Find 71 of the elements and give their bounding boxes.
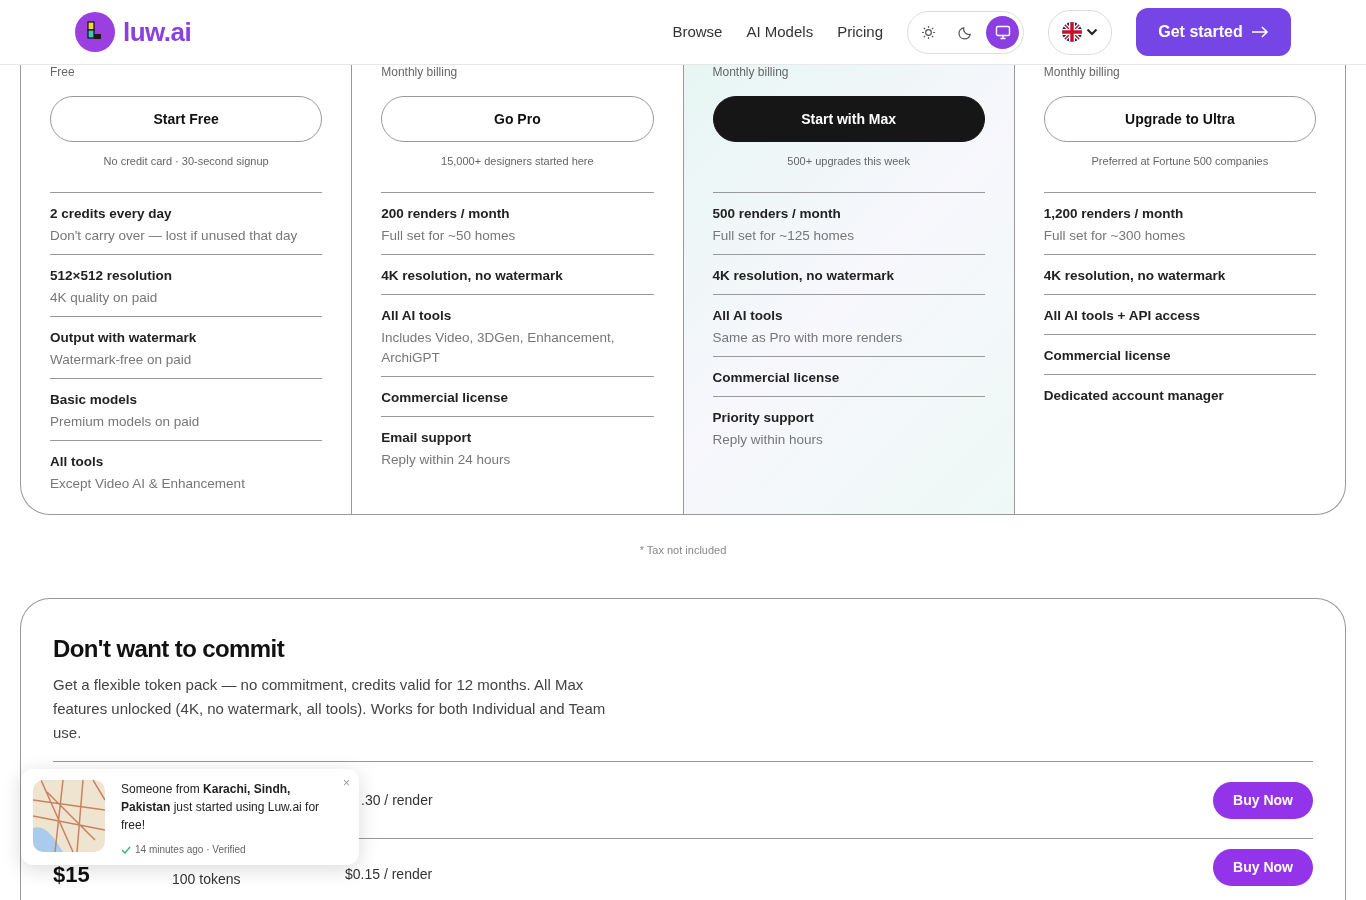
- feature-title: 4K resolution, no watermark: [1043, 266, 1227, 285]
- plan-button[interactable]: Start Free: [50, 96, 323, 142]
- feature-detail: 4K quality on paid: [50, 288, 159, 307]
- token-count: 100 tokens: [172, 872, 242, 887]
- feature-title: Commercial license: [1043, 346, 1172, 365]
- feature-detail: Full set for ~50 homes: [381, 226, 517, 245]
- section-description: Get a flexible token pack — no commitment, credits valid for 12 months. All Max features unlocked (4K, no watermark, all tools). Works for both Individual and Team use.: [53, 675, 607, 744]
- feature-title: All AI tools + API access: [1043, 306, 1201, 325]
- arrow-right-icon: [1250, 26, 1269, 38]
- feature-detail: Premium models on paid: [50, 412, 201, 431]
- nav-link[interactable]: AI Models: [746, 20, 814, 44]
- chevron-down-icon: [1086, 28, 1098, 36]
- check-icon: [121, 845, 131, 854]
- feature-title: 500 renders / month: [712, 204, 842, 223]
- feature-title: Priority support: [712, 408, 815, 427]
- feature-title: All AI tools: [712, 306, 784, 325]
- feature-title: 4K resolution, no watermark: [712, 266, 896, 285]
- feature-title: Dedicated account manager: [1043, 386, 1225, 405]
- plan-note: Preferred at Fortune 500 companies: [1090, 154, 1270, 169]
- plan-note: 15,000+ designers started here: [440, 154, 595, 169]
- toast-timestamp: 14 minutes ago · Verified: [135, 843, 246, 857]
- feature-title: Commercial license: [712, 368, 841, 387]
- buy-now-button[interactable]: Buy Now: [1213, 849, 1313, 887]
- feature-detail: Full set for ~300 homes: [1043, 226, 1187, 245]
- plan-note: 500+ upgrades this week: [786, 154, 911, 169]
- feature-title: 512×512 resolution: [50, 266, 173, 285]
- map-thumbnail: [33, 780, 105, 852]
- feature-title: All tools: [50, 452, 105, 471]
- flag-icon: [1062, 22, 1082, 42]
- feature-title: Output with watermark: [50, 328, 198, 347]
- plan-button[interactable]: Start with Max: [712, 96, 985, 142]
- section-title: Don't want to commit: [53, 634, 286, 664]
- price-per-render: .30 / render: [360, 792, 433, 809]
- feature-detail: Same as Pro with more renders: [712, 328, 904, 347]
- logo-icon[interactable]: [75, 12, 115, 52]
- sun-icon: [921, 24, 936, 40]
- plan-button[interactable]: Upgrade to Ultra: [1043, 96, 1316, 142]
- billing-label: Monthly billing: [381, 64, 459, 79]
- feature-detail: Don't carry over — lost if unused that day: [50, 226, 299, 245]
- feature-detail: Includes Video, 3DGen, Enhancement, ArchiGPT: [381, 328, 616, 367]
- pack-price: $15: [53, 864, 91, 887]
- nav-link[interactable]: Browse: [672, 20, 723, 44]
- billing-label: Free: [50, 64, 76, 79]
- price-per-render: $0.15 / render: [345, 866, 433, 883]
- feature-title: 4K resolution, no watermark: [381, 266, 564, 285]
- feature-detail: Full set for ~125 homes: [712, 226, 855, 245]
- feature-detail: Reply within hours: [712, 430, 824, 449]
- feature-title: Basic models: [50, 390, 139, 409]
- plan-note: No credit card · 30-second signup: [102, 154, 270, 169]
- logo-text[interactable]: luw.ai: [123, 12, 192, 52]
- moon-icon: [958, 24, 973, 40]
- feature-title: Commercial license: [381, 388, 510, 407]
- feature-detail: Except Video AI & Enhancement: [50, 474, 246, 493]
- feature-title: All AI tools: [381, 306, 453, 325]
- feature-title: 200 renders / month: [381, 204, 511, 223]
- theme-option[interactable]: [986, 15, 1019, 49]
- feature-title: Email support: [381, 428, 473, 447]
- nav-link[interactable]: Pricing: [837, 20, 883, 44]
- billing-label: Monthly billing: [1043, 64, 1121, 79]
- tax-note: * Tax not included: [638, 543, 728, 558]
- toast-message: Someone from Karachi, Sindh, Pakistan just started using Luw.ai for free!: [121, 781, 321, 834]
- language-button[interactable]: [1048, 9, 1112, 55]
- feature-detail: Watermark-free on paid: [50, 350, 193, 369]
- buy-now-button[interactable]: Buy Now: [1213, 781, 1313, 819]
- feature-detail: Reply within 24 hours: [381, 450, 512, 469]
- monitor-icon: [994, 24, 1011, 40]
- billing-label: Monthly billing: [712, 64, 790, 79]
- feature-title: 1,200 renders / month: [1043, 204, 1185, 223]
- get-started-button[interactable]: Get started: [1136, 8, 1291, 56]
- plan-button[interactable]: Go Pro: [381, 96, 654, 142]
- feature-title: 2 credits every day: [50, 204, 173, 223]
